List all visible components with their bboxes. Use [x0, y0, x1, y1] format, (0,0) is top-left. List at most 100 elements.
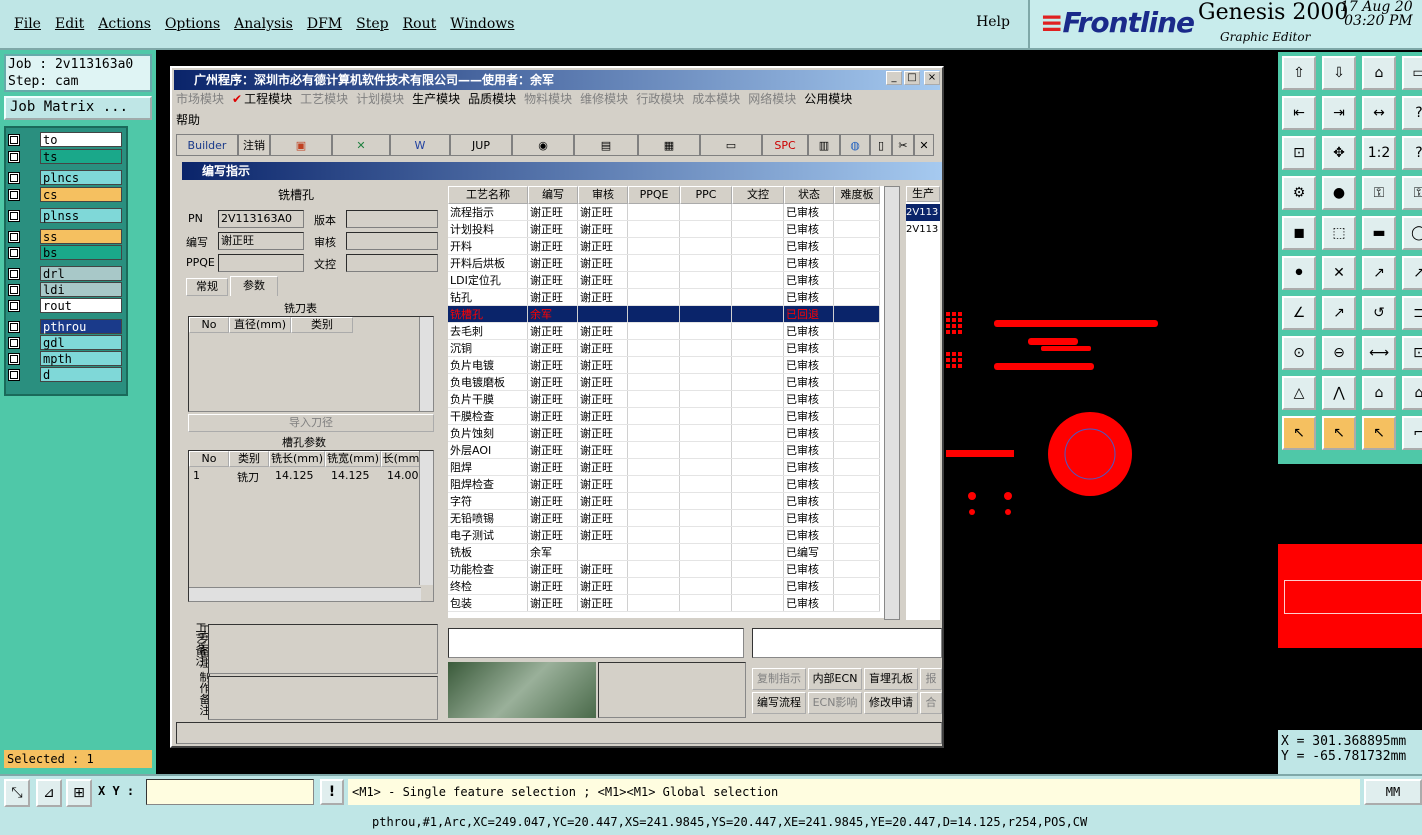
table-row[interactable]: 铣槽孔 余军 已回退 — [448, 306, 880, 323]
slot-vscroll[interactable] — [419, 451, 433, 585]
menu-options[interactable]: Options — [165, 16, 220, 32]
layer-row[interactable]: plnss — [8, 208, 122, 223]
col-header[interactable]: 状态 — [784, 186, 834, 204]
layer-row[interactable]: rout — [8, 298, 122, 313]
database-icon[interactable]: ▤ — [574, 134, 638, 156]
tool-icon[interactable]: ? — [1402, 96, 1422, 130]
help-menu[interactable]: 帮助 — [176, 111, 942, 128]
action-button[interactable]: 修改申请 — [864, 692, 918, 714]
overview-viewport[interactable] — [1284, 580, 1422, 614]
slot-hscroll[interactable] — [189, 587, 421, 601]
tool-icon[interactable]: ⟷ — [1362, 336, 1396, 370]
tool-icon[interactable]: ↖ — [1362, 416, 1396, 450]
col-header[interactable]: 难度板 — [834, 186, 880, 204]
tool-icon[interactable]: ◼ — [1282, 216, 1316, 250]
action-button[interactable]: 报价 — [920, 668, 942, 690]
table-row[interactable]: 终检 谢正旺 谢正旺 已审核 — [448, 578, 880, 595]
tool-icon[interactable]: ✥ — [1322, 136, 1356, 170]
review-field[interactable] — [346, 232, 438, 250]
tool-icon[interactable]: ⊡ — [1282, 136, 1316, 170]
spc-button[interactable]: SPC — [762, 134, 808, 156]
combo-1[interactable] — [448, 628, 744, 658]
menu-help[interactable]: Help — [976, 14, 1010, 30]
doc-field[interactable] — [346, 254, 438, 272]
module-menu-item[interactable]: 市场模块 — [176, 92, 224, 106]
layer-checkbox[interactable] — [8, 352, 20, 365]
menu-analysis[interactable]: Analysis — [234, 16, 293, 32]
zoom-area-icon[interactable]: ⤡ — [4, 779, 30, 807]
layer-checkbox[interactable] — [8, 188, 20, 201]
word-icon[interactable]: W — [390, 134, 450, 156]
menu-dfm[interactable]: DFM — [307, 16, 342, 32]
module-menu-item[interactable]: 工艺模块 — [300, 92, 348, 106]
layer-row[interactable]: plncs — [8, 170, 122, 185]
pn-field[interactable]: 2V113163A0 — [218, 210, 304, 228]
layer-checkbox[interactable] — [8, 230, 20, 243]
module-menu-item[interactable]: 行政模块 — [636, 92, 684, 106]
tool-icon[interactable]: ◯ — [1402, 216, 1422, 250]
alert-icon[interactable]: ! — [320, 779, 344, 805]
layer-row[interactable]: ss — [8, 229, 122, 244]
layer-row[interactable]: ts — [8, 149, 122, 164]
tool-icon[interactable]: ↗ — [1322, 296, 1356, 330]
logout-button[interactable]: 注销 — [238, 134, 270, 156]
table-row[interactable]: 外层AOI 谢正旺 谢正旺 已审核 — [448, 442, 880, 459]
maximize-button[interactable]: □ — [904, 71, 920, 85]
production-val-2[interactable]: 2V113 — [906, 221, 940, 238]
tool-icon[interactable]: ↔ — [1362, 96, 1396, 130]
layer-row[interactable]: d — [8, 367, 122, 382]
version-field[interactable] — [346, 210, 438, 228]
close-button[interactable]: × — [924, 71, 940, 85]
tab-general[interactable]: 常规 — [186, 278, 228, 296]
author-field[interactable]: 谢正旺 — [218, 232, 304, 250]
layer-checkbox[interactable] — [8, 368, 20, 381]
tool-icon[interactable]: ⇩ — [1322, 56, 1356, 90]
builder-button[interactable]: Builder — [176, 134, 238, 156]
units-button[interactable]: MM — [1364, 779, 1422, 805]
table-row[interactable]: 字符 谢正旺 谢正旺 已审核 — [448, 493, 880, 510]
layer-checkbox[interactable] — [8, 336, 20, 349]
import-cutter-button[interactable]: 导入刀径 — [188, 414, 434, 432]
module-menu-item[interactable]: 维修模块 — [580, 92, 628, 106]
action-button[interactable]: 盲埋孔板 — [864, 668, 918, 690]
tool-icon[interactable]: ▬ — [1362, 216, 1396, 250]
view-icon[interactable]: ◉ — [512, 134, 574, 156]
table-row[interactable]: 去毛刺 谢正旺 谢正旺 已审核 — [448, 323, 880, 340]
job-matrix-button[interactable]: Job Matrix ... — [4, 96, 152, 120]
tool-icon[interactable]: ↗ — [1362, 256, 1396, 290]
globe-icon[interactable]: ◍ — [840, 134, 870, 156]
layer-checkbox[interactable] — [8, 246, 20, 259]
tool-icon[interactable]: ⇤ — [1282, 96, 1316, 130]
module-menu-item[interactable]: 品质模块 — [468, 92, 516, 106]
tab-params[interactable]: 参数 — [230, 276, 278, 296]
layer-checkbox[interactable] — [8, 133, 20, 146]
exit-icon[interactable]: ✕ — [914, 134, 934, 156]
layer-row[interactable]: mpth — [8, 351, 122, 366]
tool-icon[interactable]: ⊐ — [1402, 296, 1422, 330]
tool-icon[interactable]: ↺ — [1362, 296, 1396, 330]
tool-icon[interactable]: ∠ — [1282, 296, 1316, 330]
menu-actions[interactable]: Actions — [98, 16, 151, 32]
table-row[interactable]: 钻孔 谢正旺 谢正旺 已审核 — [448, 289, 880, 306]
tool-icon[interactable]: ⊙ — [1282, 336, 1316, 370]
action-button[interactable]: 编写流程 — [752, 692, 806, 714]
col-header[interactable]: PPC — [680, 186, 732, 204]
layer-row[interactable]: gdl — [8, 335, 122, 350]
tool-icon[interactable]: ⌂ — [1362, 376, 1396, 410]
menu-rout[interactable]: Rout — [403, 16, 437, 32]
layer-row[interactable]: cs — [8, 187, 122, 202]
tool-icon[interactable]: ⚿ — [1362, 176, 1396, 210]
production-val-1[interactable]: 2V113 — [906, 204, 940, 221]
combo-2[interactable] — [752, 628, 942, 658]
table-row[interactable]: 负电镀磨板 谢正旺 谢正旺 已审核 — [448, 374, 880, 391]
table-row[interactable]: 阻焊检查 谢正旺 谢正旺 已审核 — [448, 476, 880, 493]
layer-row[interactable]: to — [8, 132, 122, 147]
excel-icon[interactable]: ✕ — [332, 134, 390, 156]
table-row[interactable]: 沉铜 谢正旺 谢正旺 已审核 — [448, 340, 880, 357]
action-button[interactable]: 复制指示 — [752, 668, 806, 690]
col-header[interactable]: 工艺名称 — [448, 186, 528, 204]
grid-icon[interactable]: ⊞ — [66, 779, 92, 807]
tool-icon[interactable]: ↗ — [1402, 256, 1422, 290]
tool-icon[interactable]: ⌂ — [1362, 56, 1396, 90]
tool-icon[interactable]: 1:2 — [1362, 136, 1396, 170]
